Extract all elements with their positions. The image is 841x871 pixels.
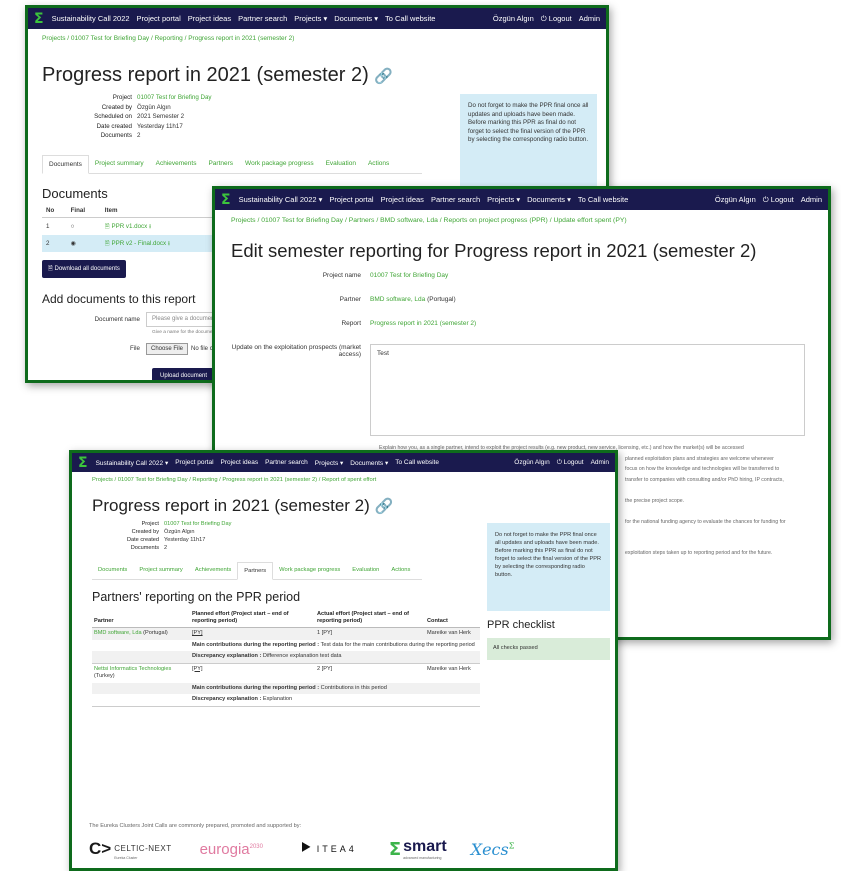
documents-table: No Final Item 1 ○ 🗎 PPR v1.docx ⭳ 2 ◉ 🗎 … — [42, 203, 212, 252]
nav-user[interactable]: Özgün Algın — [514, 459, 549, 466]
nav-logout[interactable]: ⏻ Logout — [541, 14, 572, 24]
nav-project-ideas[interactable]: Project ideas — [381, 195, 424, 204]
nav-partner-search[interactable]: Partner search — [265, 459, 308, 466]
nav-admin[interactable]: Admin — [801, 195, 822, 204]
nav-project-portal[interactable]: Project portal — [329, 195, 373, 204]
final-ppr-info-box: Do not forget to make the PPR final once… — [460, 94, 597, 194]
table-row: Main contributions during the reporting … — [192, 641, 475, 648]
project-name-link[interactable]: 01007 Test for Briefing Day — [370, 272, 448, 279]
partner-logos: C> CELTIC-NEXT Eureka Cluster eurogia2030… — [89, 838, 515, 861]
document-link[interactable]: 🗎 PPR v1.docx ⭳ — [105, 223, 151, 230]
nav-documents-dropdown[interactable]: Documents ▾ — [334, 14, 378, 23]
page-title: Progress report in 2021 (semester 2) 🔗 — [92, 496, 394, 515]
nav-projects-dropdown[interactable]: Projects ▾ — [315, 459, 344, 467]
table-row: Main contributions during the reporting … — [92, 682, 480, 694]
nav-user[interactable]: Özgün Algın — [715, 195, 756, 204]
nav-admin[interactable]: Admin — [591, 459, 609, 466]
nav-projects-dropdown[interactable]: Projects ▾ — [487, 195, 520, 204]
ppr-checklist-status: All checks passed — [487, 638, 610, 660]
nav-documents-dropdown[interactable]: Documents ▾ — [350, 459, 388, 467]
report-tabs: Documents Project summary Achievements P… — [42, 154, 422, 174]
navbar: Σ Sustainability Call 2022 ▾ Project por… — [215, 189, 828, 210]
download-all-button[interactable]: 🗎 Download all documents — [42, 259, 126, 278]
tab-achievements[interactable]: Achievements — [150, 155, 203, 173]
tab-partners[interactable]: Partners — [237, 562, 274, 580]
table-row: Discrepancy explanation : Explanation — [92, 694, 480, 707]
sigma-logo-icon[interactable]: Σ — [78, 456, 88, 470]
document-link[interactable]: 🗎 PPR v2 - Final.docx ⭳ — [105, 240, 170, 247]
nav-to-call-website[interactable]: To Call website — [578, 195, 628, 204]
tab-partners[interactable]: Partners — [202, 155, 239, 173]
partner-link[interactable]: BMD software, Lda — [94, 630, 142, 636]
nav-partner-search[interactable]: Partner search — [431, 195, 480, 204]
partners-table: Partner Planned effort (Project start – … — [92, 609, 480, 707]
breadcrumb[interactable]: Projects / 01007 Test for Briefing Day /… — [215, 210, 828, 231]
footer-text: The Eureka Clusters Joint Calls are comm… — [89, 823, 302, 829]
navbar: Σ Sustainability Call 2022 ▾ Project por… — [72, 453, 615, 472]
table-row: 1 ○ 🗎 PPR v1.docx ⭳ — [42, 217, 212, 235]
project-link[interactable]: 01007 Test for Briefing Day — [164, 520, 231, 528]
ppr-checklist-title: PPR checklist — [487, 619, 555, 631]
breadcrumb[interactable]: Projects / 01007 Test for Briefing Day /… — [28, 29, 606, 48]
nav-project-portal[interactable]: Project portal — [137, 14, 181, 23]
tab-actions[interactable]: Actions — [385, 562, 416, 579]
report-tabs: Documents Project summary Achievements P… — [92, 562, 422, 580]
nav-call[interactable]: Sustainability Call 2022 — [52, 14, 130, 23]
itea4-logo[interactable]: ⯈ ITEA4 — [299, 840, 357, 858]
celtic-next-logo[interactable]: C> CELTIC-NEXT Eureka Cluster — [89, 838, 172, 860]
tab-documents[interactable]: Documents — [92, 562, 133, 579]
nav-call-dropdown[interactable]: Sustainability Call 2022 ▾ — [96, 459, 169, 467]
smart-logo[interactable]: Σ smart advanced manufacturing — [389, 838, 447, 861]
nav-call-dropdown[interactable]: Sustainability Call 2022 ▾ — [239, 195, 323, 204]
upload-document-button[interactable]: Upload document — [152, 367, 216, 380]
xecs-logo[interactable]: XecsΣ — [471, 840, 515, 859]
page-title: Edit semester reporting for Progress rep… — [231, 240, 757, 261]
final-radio[interactable]: ◉ — [66, 234, 101, 252]
nav-project-ideas[interactable]: Project ideas — [221, 459, 259, 466]
exploitation-prospects-textarea[interactable]: Test — [370, 344, 805, 436]
download-icon: ⭳ — [167, 239, 171, 247]
tab-work-package-progress[interactable]: Work package progress — [273, 562, 346, 579]
navbar: Σ Sustainability Call 2022 Project porta… — [28, 8, 606, 29]
tab-project-summary[interactable]: Project summary — [89, 155, 150, 173]
nav-documents-dropdown[interactable]: Documents ▾ — [527, 195, 571, 204]
nav-user[interactable]: Özgün Algın — [493, 14, 534, 23]
sigma-logo-icon[interactable]: Σ — [34, 12, 44, 26]
project-link[interactable]: 01007 Test for Briefing Day — [137, 93, 212, 103]
tab-evaluation[interactable]: Evaluation — [346, 562, 385, 579]
table-row: Nettsi Informatics Technologies (Turkey)… — [94, 665, 471, 680]
tab-achievements[interactable]: Achievements — [189, 562, 237, 579]
eurogia-logo[interactable]: eurogia2030 — [200, 841, 263, 858]
nav-to-call-website[interactable]: To Call website — [395, 459, 439, 466]
tab-documents[interactable]: Documents — [42, 154, 89, 174]
download-icon: ⭳ — [148, 222, 152, 230]
breadcrumb[interactable]: Projects / 01007 Test for Briefing Day /… — [72, 472, 615, 488]
final-radio[interactable]: ○ — [67, 217, 101, 235]
link-icon[interactable]: 🔗 — [375, 498, 394, 515]
nav-project-ideas[interactable]: Project ideas — [188, 14, 231, 23]
choose-file-button[interactable]: Choose File — [146, 342, 189, 355]
tab-actions[interactable]: Actions — [362, 155, 395, 173]
partner-link[interactable]: BMD software, Lda — [370, 296, 425, 303]
nav-logout[interactable]: ⏻ Logout — [763, 195, 794, 205]
window-partners-reporting: Σ Sustainability Call 2022 ▾ Project por… — [69, 450, 618, 871]
report-link[interactable]: Progress report in 2021 (semester 2) — [370, 320, 476, 327]
nav-projects-dropdown[interactable]: Projects ▾ — [294, 14, 327, 23]
tab-work-package-progress[interactable]: Work package progress — [239, 155, 320, 173]
table-row: 2 ◉ 🗎 PPR v2 - Final.docx ⭳ — [42, 234, 212, 252]
nav-admin[interactable]: Admin — [579, 14, 600, 23]
link-icon[interactable]: 🔗 — [374, 68, 393, 85]
page-title: Progress report in 2021 (semester 2) 🔗 — [42, 64, 394, 86]
nav-to-call-website[interactable]: To Call website — [385, 14, 435, 23]
partner-link[interactable]: Nettsi Informatics Technologies — [94, 666, 171, 672]
sigma-logo-icon[interactable]: Σ — [221, 193, 231, 207]
table-row: BMD software, Lda (Portugal) [PY] 1 [PY]… — [92, 627, 480, 640]
nav-partner-search[interactable]: Partner search — [238, 14, 287, 23]
tab-evaluation[interactable]: Evaluation — [320, 155, 362, 173]
nav-logout[interactable]: ⏻ Logout — [557, 459, 584, 467]
final-ppr-info-box: Do not forget to make the PPR final once… — [487, 523, 610, 611]
table-row: Discrepancy explanation : Difference exp… — [92, 651, 480, 664]
nav-project-portal[interactable]: Project portal — [175, 459, 213, 466]
tab-project-summary[interactable]: Project summary — [133, 562, 189, 579]
